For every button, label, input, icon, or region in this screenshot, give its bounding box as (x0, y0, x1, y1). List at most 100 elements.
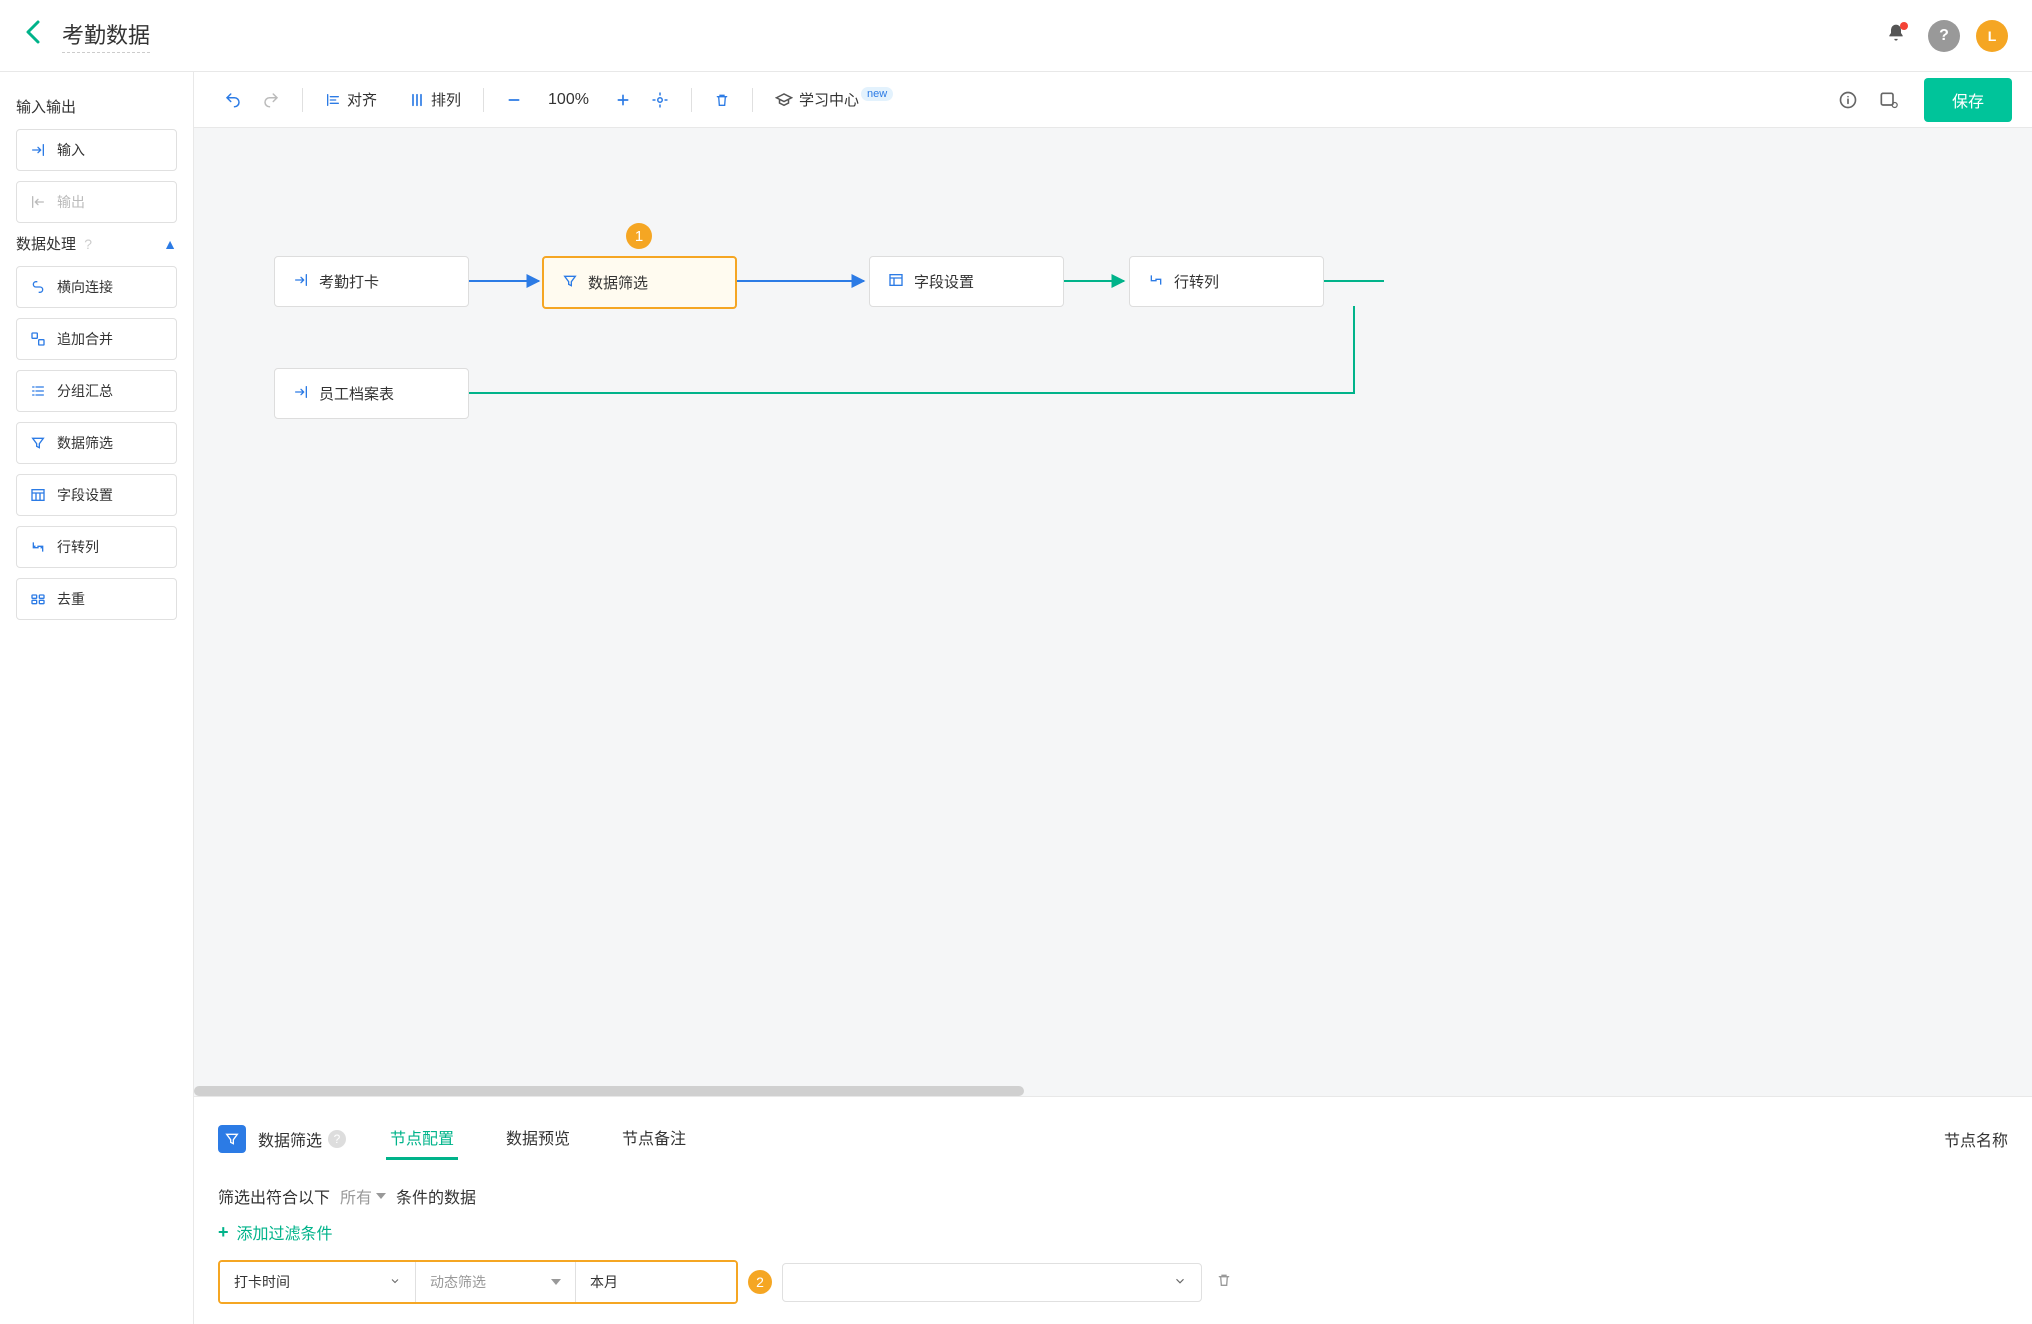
sidebar-item-label: 追加合并 (57, 329, 113, 349)
database-icon (1878, 90, 1898, 110)
filter-value-select[interactable]: 本月 (576, 1262, 736, 1302)
db-button[interactable] (1868, 84, 1908, 116)
plus-icon: + (218, 1222, 229, 1243)
arrange-button[interactable]: 排列 (399, 83, 471, 116)
sidebar-item-label: 去重 (57, 589, 85, 609)
node-pivot[interactable]: 行转列 (1129, 256, 1324, 307)
delete-button[interactable] (704, 86, 740, 114)
table-icon (888, 272, 904, 292)
tab-note[interactable]: 节点备注 (618, 1117, 690, 1160)
fit-button[interactable] (641, 85, 679, 115)
filter-value-detail[interactable] (782, 1263, 1202, 1302)
output-icon (29, 194, 47, 210)
sidebar-item-label: 行转列 (57, 537, 99, 557)
node-filter[interactable]: 数据筛选 (542, 256, 737, 309)
sidebar-join[interactable]: 横向连接 (16, 266, 177, 308)
graduation-icon (775, 91, 793, 109)
add-filter-button[interactable]: + 添加过滤条件 (218, 1220, 2008, 1244)
table-icon (29, 487, 47, 503)
callout-marker-2: 2 (748, 1270, 772, 1294)
node-input-attendance[interactable]: 考勤打卡 (274, 256, 469, 307)
horizontal-scrollbar[interactable] (194, 1086, 1024, 1096)
input-icon (293, 272, 309, 292)
undo-icon (224, 91, 242, 109)
minus-icon (506, 92, 522, 108)
node-name-label: 节点名称 (1944, 1127, 2008, 1151)
node-label: 数据筛选 (588, 272, 648, 293)
save-button[interactable]: 保存 (1924, 78, 2012, 122)
toolbar: 对齐 排列 100% 学习中心 (194, 72, 2032, 128)
sidebar-fields[interactable]: 字段设置 (16, 474, 177, 516)
node-label: 字段设置 (914, 271, 974, 292)
input-icon (293, 384, 309, 404)
align-button[interactable]: 对齐 (315, 83, 387, 116)
node-label: 员工档案表 (319, 383, 394, 404)
zoom-out-button[interactable] (496, 86, 532, 114)
delete-filter-button[interactable] (1216, 1272, 1232, 1293)
node-fields[interactable]: 字段设置 (869, 256, 1064, 307)
sidebar-item-label: 横向连接 (57, 277, 113, 297)
align-icon (325, 92, 341, 108)
sidebar-item-label: 数据筛选 (57, 433, 113, 453)
help-icon: ? (84, 236, 92, 252)
chevron-down-icon (376, 1193, 386, 1199)
help-button[interactable]: ? (1928, 20, 1960, 52)
back-button[interactable] (24, 18, 42, 53)
chevron-down-icon (551, 1279, 561, 1285)
callout-marker-1: 1 (626, 223, 652, 249)
list-icon (29, 383, 47, 399)
sidebar-output-label: 输出 (57, 192, 85, 212)
redo-button[interactable] (252, 85, 290, 115)
page-title[interactable]: 考勤数据 (62, 18, 150, 53)
sidebar-item-label: 分组汇总 (57, 381, 113, 401)
target-icon (651, 91, 669, 109)
input-icon (29, 142, 47, 158)
config-panel: 数据筛选 ? 节点配置 数据预览 节点备注 节点名称 筛选出符合以下 所有 条件… (194, 1096, 2032, 1324)
zoom-in-button[interactable] (605, 86, 641, 114)
user-avatar[interactable]: L (1976, 20, 2008, 52)
flow-canvas[interactable]: 考勤打卡 1 数据筛选 字段设置 行转列 (194, 128, 2032, 1096)
sidebar-input-label: 输入 (57, 140, 85, 160)
sidebar-item-label: 字段设置 (57, 485, 113, 505)
filter-condition-group: 打卡时间 动态筛选 本月 (218, 1260, 738, 1304)
link-icon (29, 279, 47, 295)
sidebar-dedup[interactable]: 去重 (16, 578, 177, 620)
sidebar-filter[interactable]: 数据筛选 (16, 422, 177, 464)
sidebar-group[interactable]: 分组汇总 (16, 370, 177, 412)
arrange-icon (409, 92, 425, 108)
filter-icon (218, 1125, 246, 1153)
filter-row: 打卡时间 动态筛选 本月 2 (218, 1260, 2008, 1304)
filter-field-select[interactable]: 打卡时间 (220, 1262, 416, 1302)
trash-icon (714, 92, 730, 108)
sidebar-output[interactable]: 输出 (16, 181, 177, 223)
learn-button[interactable]: 学习中心 new (765, 83, 903, 116)
append-icon (29, 331, 47, 347)
sidebar-append[interactable]: 追加合并 (16, 318, 177, 360)
section-io-header: 输入输出 (16, 96, 177, 117)
connectors (194, 128, 2032, 1096)
tab-preview[interactable]: 数据预览 (502, 1117, 574, 1160)
filter-description: 筛选出符合以下 所有 条件的数据 (218, 1184, 2008, 1208)
dedup-icon (29, 591, 47, 607)
filter-logic-select[interactable]: 所有 (340, 1184, 386, 1208)
filter-mode-select[interactable]: 动态筛选 (416, 1262, 576, 1302)
tab-config[interactable]: 节点配置 (386, 1117, 458, 1160)
sidebar-input[interactable]: 输入 (16, 129, 177, 171)
new-badge: new (861, 87, 893, 101)
info-icon (1838, 90, 1858, 110)
info-button[interactable] (1828, 84, 1868, 116)
notifications-button[interactable] (1880, 20, 1912, 52)
app-header: 考勤数据 ? L (0, 0, 2032, 72)
section-process-header: 数据处理 ? ▲ (16, 233, 177, 254)
undo-button[interactable] (214, 85, 252, 115)
node-input-employees[interactable]: 员工档案表 (274, 368, 469, 419)
filter-icon (29, 435, 47, 451)
redo-icon (262, 91, 280, 109)
sidebar-pivot[interactable]: 行转列 (16, 526, 177, 568)
warning-icon: ▲ (163, 236, 177, 252)
sidebar: 输入输出 输入 输出 数据处理 ? ▲ 横向连接 (0, 72, 194, 1324)
panel-title: 数据筛选 (258, 1127, 322, 1151)
chevron-down-icon (1173, 1274, 1187, 1291)
help-icon[interactable]: ? (328, 1130, 346, 1148)
pivot-icon (29, 539, 47, 555)
